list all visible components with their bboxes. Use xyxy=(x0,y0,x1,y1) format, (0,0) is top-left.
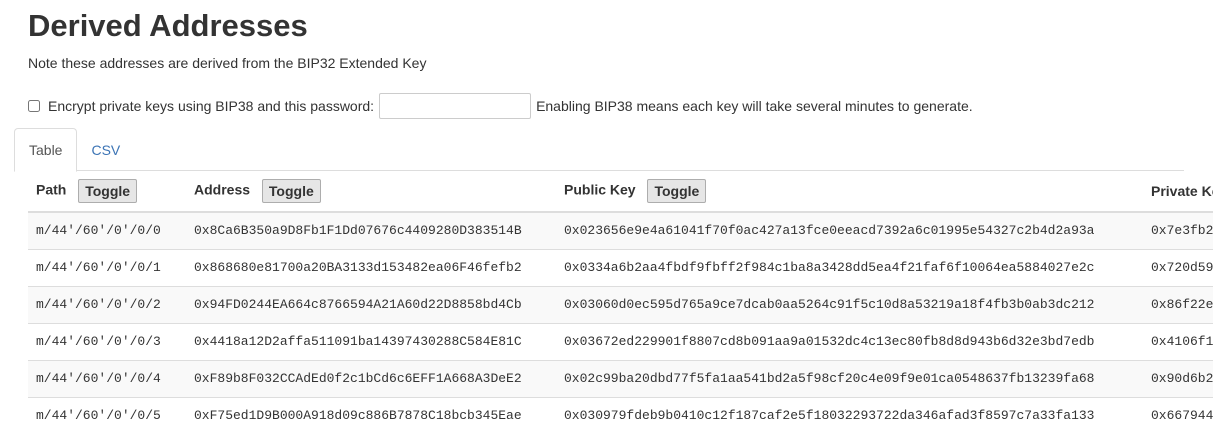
path-cell: m/44'/60'/0'/0/5 xyxy=(28,396,186,434)
toggle-path-button[interactable]: Toggle xyxy=(78,179,138,203)
private-key-cell: 0x90d6b2 xyxy=(1143,359,1213,397)
derivation-note: Note these addresses are derived from th… xyxy=(28,55,427,71)
column-header-path: Path Toggle xyxy=(28,171,186,213)
table-header-row: Path Toggle Address Toggle Public Key To… xyxy=(28,171,1213,213)
output-tabs: Table CSV xyxy=(14,128,1184,172)
address-cell: 0xF75ed1D9B000A918d09c886B7878C18bcb345E… xyxy=(186,396,556,434)
page-title: Derived Addresses xyxy=(28,8,308,43)
private-key-cell: 0x667944 xyxy=(1143,396,1213,434)
path-cell: m/44'/60'/0'/0/2 xyxy=(28,285,186,323)
path-header-label: Path xyxy=(36,181,67,198)
public-key-header-label: Public Key xyxy=(564,181,636,198)
public-key-cell: 0x02c99ba20dbd77f5fa1aa541bd2a5f98cf20c4… xyxy=(556,359,1143,397)
tab-csv[interactable]: CSV xyxy=(77,128,134,171)
column-header-private-key: Private Key xyxy=(1143,171,1213,213)
bip38-checkbox-label: Encrypt private keys using BIP38 and thi… xyxy=(48,98,375,114)
column-header-public-key: Public Key Toggle xyxy=(556,171,1143,213)
addresses-table: Path Toggle Address Toggle Public Key To… xyxy=(28,171,1213,434)
public-key-cell: 0x0334a6b2aa4fbdf9fbff2f984c1ba8a3428dd5… xyxy=(556,248,1143,286)
path-cell: m/44'/60'/0'/0/1 xyxy=(28,248,186,286)
public-key-cell: 0x030979fdeb9b0410c12f187caf2e5f18032293… xyxy=(556,396,1143,434)
address-cell: 0x4418a12D2affa511091ba14397430288C584E8… xyxy=(186,322,556,360)
tab-table[interactable]: Table xyxy=(14,128,78,172)
bip38-checkbox[interactable] xyxy=(28,100,40,112)
table-row: m/44'/60'/0'/0/2 0x94FD0244EA664c8766594… xyxy=(28,285,1213,323)
toggle-address-button[interactable]: Toggle xyxy=(261,179,321,203)
address-header-label: Address xyxy=(194,181,251,198)
bip38-hint: Enabling BIP38 means each key will take … xyxy=(536,98,973,114)
toggle-public-key-button[interactable]: Toggle xyxy=(647,179,707,203)
path-cell: m/44'/60'/0'/0/3 xyxy=(28,322,186,360)
public-key-cell: 0x03672ed229901f8807cd8b091aa9a01532dc4c… xyxy=(556,322,1143,360)
bip38-row: Encrypt private keys using BIP38 and thi… xyxy=(28,93,973,119)
table-row: m/44'/60'/0'/0/4 0xF89b8F032CCAdEd0f2c1b… xyxy=(28,359,1213,397)
addresses-table-container[interactable]: Path Toggle Address Toggle Public Key To… xyxy=(28,171,1213,446)
public-key-cell: 0x023656e9e4a61041f70f0ac427a13fce0eeacd… xyxy=(556,211,1143,249)
table-row: m/44'/60'/0'/0/3 0x4418a12D2affa511091ba… xyxy=(28,322,1213,360)
path-cell: m/44'/60'/0'/0/4 xyxy=(28,359,186,397)
private-key-header-label: Private Key xyxy=(1151,183,1213,199)
bip38-password-input[interactable] xyxy=(379,93,532,119)
column-header-address: Address Toggle xyxy=(186,171,556,213)
private-key-cell: 0x720d59 xyxy=(1143,248,1213,286)
private-key-cell: 0x7e3fb2 xyxy=(1143,211,1213,249)
address-cell: 0x94FD0244EA664c8766594A21A60d22D8858bd4… xyxy=(186,285,556,323)
address-cell: 0xF89b8F032CCAdEd0f2c1bCd6c6EFF1A668A3De… xyxy=(186,359,556,397)
private-key-cell: 0x4106f1 xyxy=(1143,322,1213,360)
table-row: m/44'/60'/0'/0/1 0x868680e81700a20BA3133… xyxy=(28,248,1213,286)
table-row: m/44'/60'/0'/0/0 0x8Ca6B350a9D8Fb1F1Dd07… xyxy=(28,211,1213,249)
address-cell: 0x868680e81700a20BA3133d153482ea06F46fef… xyxy=(186,248,556,286)
table-row: m/44'/60'/0'/0/5 0xF75ed1D9B000A918d09c8… xyxy=(28,396,1213,434)
address-cell: 0x8Ca6B350a9D8Fb1F1Dd07676c4409280D38351… xyxy=(186,211,556,249)
path-cell: m/44'/60'/0'/0/0 xyxy=(28,211,186,249)
private-key-cell: 0x86f22e xyxy=(1143,285,1213,323)
public-key-cell: 0x03060d0ec595d765a9ce7dcab0aa5264c91f5c… xyxy=(556,285,1143,323)
